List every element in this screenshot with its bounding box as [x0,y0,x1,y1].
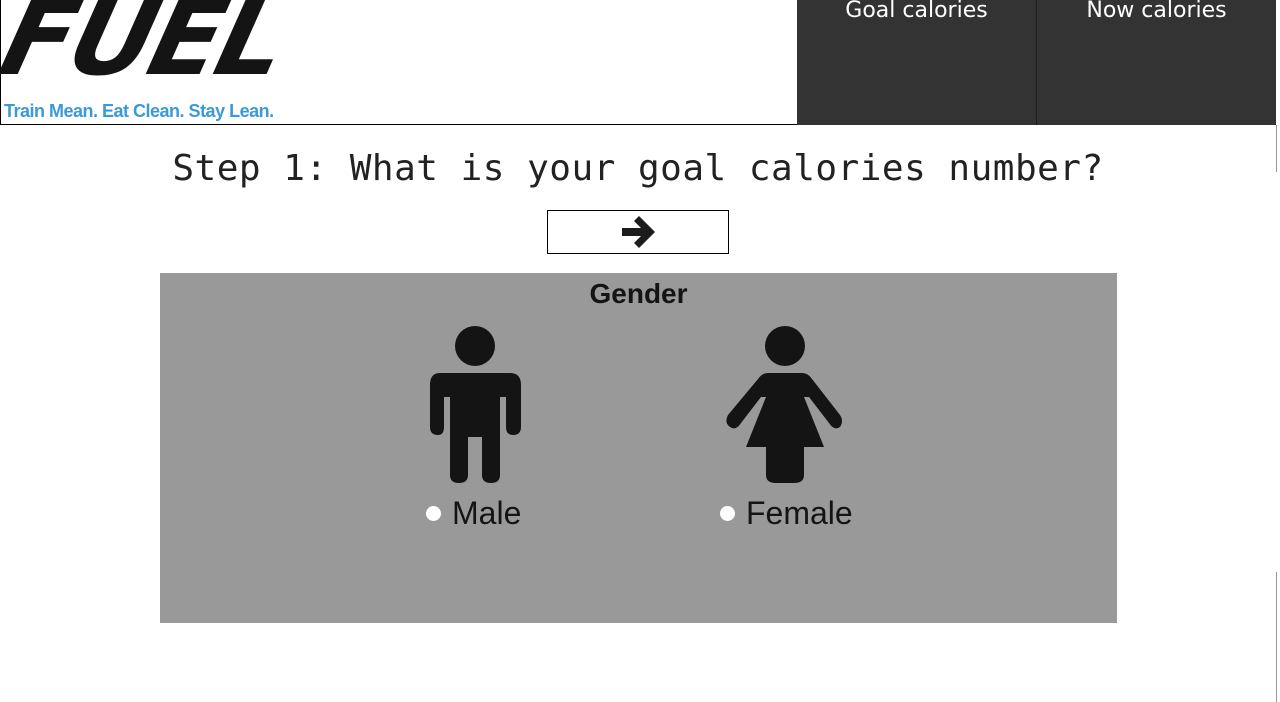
scrollbar-edge-lower [1276,572,1277,702]
gender-option-female: Female [720,325,853,531]
female-radio[interactable] [720,506,735,521]
gender-panel: Gender Male Female [160,273,1117,623]
female-label: Female [746,495,853,531]
logo-text: FUEL [0,0,298,99]
next-step-button[interactable] [547,210,729,254]
tagline: Train Mean. Eat Clean. Stay Lean. [4,101,274,121]
nav-now-calories[interactable]: Now calories [1036,0,1276,125]
step-title: Step 1: What is your goal calories numbe… [172,148,1104,189]
female-radio-row[interactable]: Female [720,495,853,532]
male-radio-row[interactable]: Male [426,495,521,532]
gender-title: Gender [589,278,688,309]
gender-option-male: Male [426,325,522,531]
female-person-icon [726,326,842,483]
arrow-right-icon [622,216,655,248]
nav-goal-calories[interactable]: Goal calories [797,0,1036,125]
male-radio[interactable] [426,506,441,521]
top-nav: Goal calories Now calories [797,0,1276,125]
scrollbar-edge [1276,125,1277,172]
male-label: Male [452,495,522,531]
male-person-icon [430,326,521,483]
logo[interactable]: FUEL Train Mean. Eat Clean. Stay Lean. [0,0,323,124]
